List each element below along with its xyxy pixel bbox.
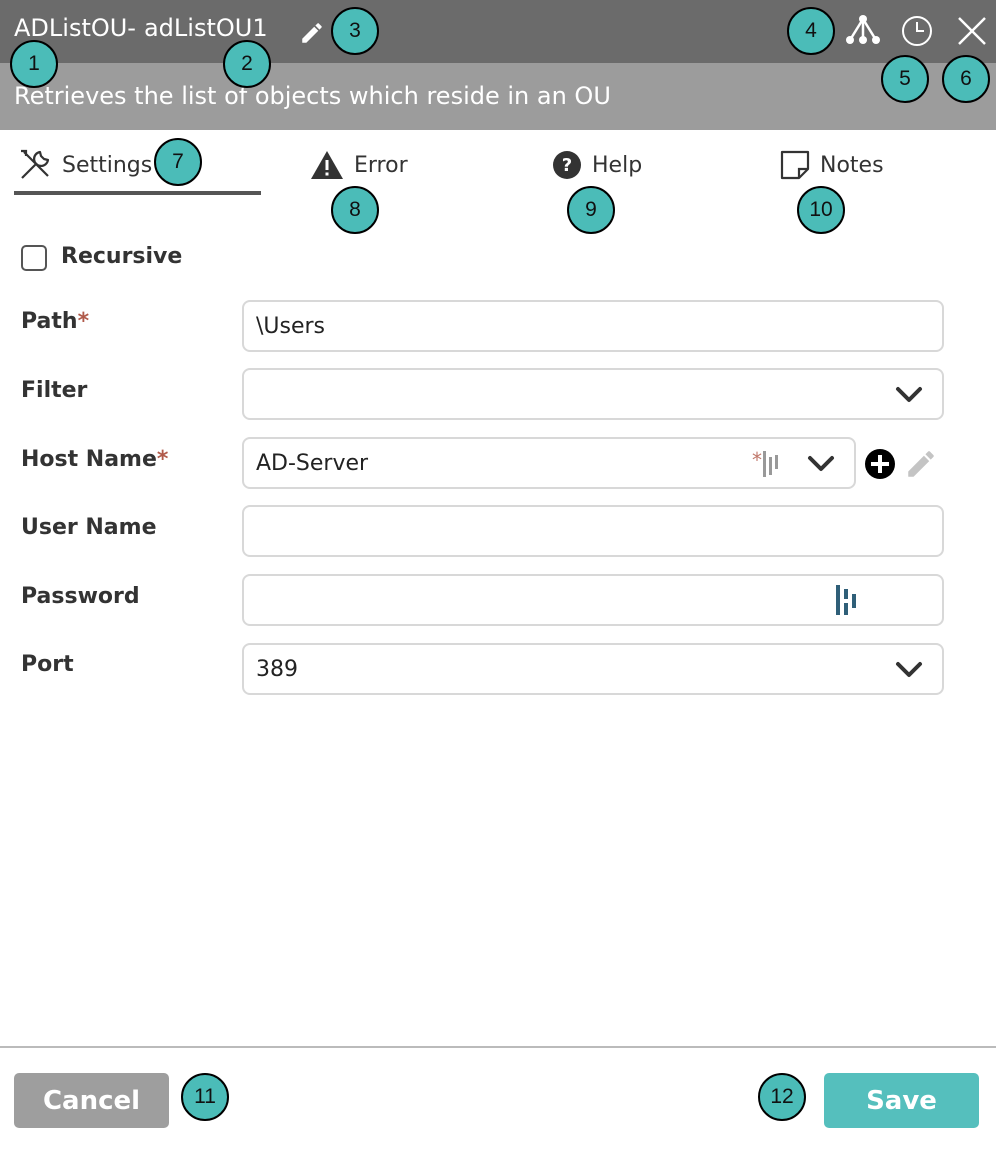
annotation-badge-5: 5 xyxy=(881,55,929,103)
password-label: Password xyxy=(21,584,140,609)
node-title: ADListOU-adListOU1 xyxy=(14,14,276,42)
annotation-badge-7: 7 xyxy=(154,138,202,186)
filter-label: Filter xyxy=(21,378,88,403)
annotation-badge-10: 10 xyxy=(797,186,845,234)
expression-toggle-icon[interactable]: * xyxy=(751,449,783,479)
annotation-badge-9: 9 xyxy=(567,186,615,234)
port-select[interactable]: 389 xyxy=(242,643,944,695)
chevron-down-icon[interactable] xyxy=(895,386,923,404)
footer-divider xyxy=(0,1046,996,1048)
filter-select[interactable] xyxy=(242,368,944,420)
path-label: Path* xyxy=(21,309,90,334)
port-label: Port xyxy=(21,652,74,677)
question-circle-icon: ? xyxy=(553,151,581,179)
annotation-badge-3: 3 xyxy=(331,7,379,55)
tab-label: Notes xyxy=(820,152,884,178)
wrench-screwdriver-icon xyxy=(21,149,50,179)
node-description: Retrieves the list of objects which resi… xyxy=(14,82,611,110)
pencil-icon[interactable] xyxy=(299,20,325,46)
path-input[interactable]: \Users xyxy=(242,300,944,352)
host-name-label: Host Name* xyxy=(21,447,169,472)
close-icon[interactable] xyxy=(957,16,987,46)
user-name-input[interactable] xyxy=(242,505,944,557)
node-name: adListOU1 xyxy=(143,14,268,42)
edit-icon[interactable] xyxy=(904,447,938,481)
note-icon xyxy=(780,150,810,180)
tab-settings[interactable]: Settings xyxy=(18,140,152,190)
annotation-badge-12: 12 xyxy=(758,1073,806,1121)
tab-error[interactable]: Error xyxy=(310,140,408,190)
chevron-down-icon[interactable] xyxy=(807,455,835,473)
svg-text:?: ? xyxy=(562,155,572,176)
annotation-badge-2: 2 xyxy=(223,40,271,88)
annotation-badge-8: 8 xyxy=(331,186,379,234)
recursive-label: Recursive xyxy=(61,244,183,269)
warning-triangle-icon xyxy=(311,151,343,179)
annotation-badge-11: 11 xyxy=(181,1073,229,1121)
save-button[interactable]: Save xyxy=(824,1073,979,1128)
svg-text:*: * xyxy=(752,449,762,472)
annotation-badge-4: 4 xyxy=(787,7,835,55)
chevron-down-icon[interactable] xyxy=(895,661,923,679)
clock-icon[interactable] xyxy=(901,15,933,47)
annotation-badge-6: 6 xyxy=(942,55,990,103)
user-name-label: User Name xyxy=(21,515,157,540)
cancel-button[interactable]: Cancel xyxy=(14,1073,169,1128)
tab-label: Error xyxy=(354,152,408,178)
vault-icon[interactable] xyxy=(833,584,861,618)
add-icon[interactable] xyxy=(864,448,896,480)
tab-label: Settings xyxy=(62,152,153,178)
active-tab-indicator xyxy=(14,191,261,195)
annotation-badge-1: 1 xyxy=(10,40,58,88)
hierarchy-icon[interactable] xyxy=(845,14,881,46)
recursive-checkbox[interactable] xyxy=(21,245,47,271)
node-type: ADListOU- xyxy=(14,14,136,42)
tab-help[interactable]: ? Help xyxy=(552,140,642,190)
tab-notes[interactable]: Notes xyxy=(780,140,884,190)
tab-label: Help xyxy=(592,152,643,178)
